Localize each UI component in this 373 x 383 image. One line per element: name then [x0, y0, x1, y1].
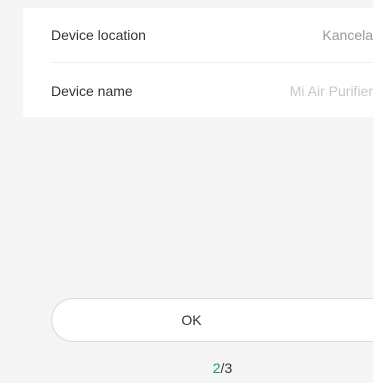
row-divider	[51, 62, 373, 63]
device-name-row[interactable]: Device name Mi Air Purifier	[51, 64, 373, 118]
step-current: 2	[212, 360, 221, 376]
device-location-value: Kancela	[322, 27, 373, 43]
device-location-label: Device location	[51, 27, 146, 43]
ok-button-label: OK	[181, 312, 202, 328]
device-location-row[interactable]: Device location Kancela	[51, 8, 373, 62]
settings-card: Device location Kancela Device name Mi A…	[23, 8, 373, 117]
device-name-input[interactable]: Mi Air Purifier	[290, 83, 373, 99]
step-indicator: 2/3	[0, 360, 373, 376]
device-name-label: Device name	[51, 83, 133, 99]
step-total: 3	[224, 360, 233, 376]
ok-button[interactable]: OK	[51, 298, 373, 342]
